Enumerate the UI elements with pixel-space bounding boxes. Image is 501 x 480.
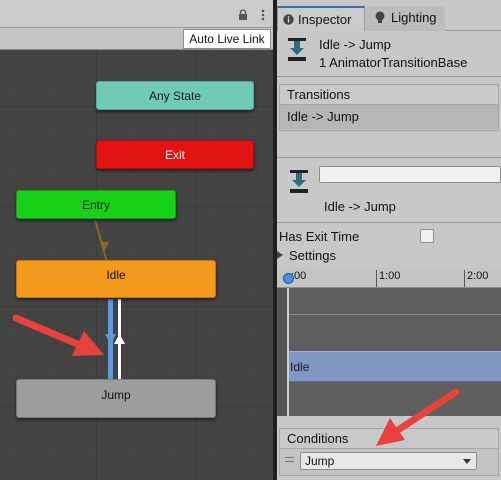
state-node-idle[interactable]: Idle <box>16 260 216 298</box>
tab-bar: Inspector Lighting <box>277 6 501 31</box>
divider <box>277 76 501 77</box>
timeline-divider <box>287 314 501 315</box>
transition-down-arrow-icon <box>105 334 116 345</box>
transition-timeline[interactable]: :00 1:00 2:00 Idle <box>277 268 501 416</box>
transitions-header: Transitions <box>280 85 498 105</box>
inspector-title: Idle -> Jump <box>319 37 391 52</box>
state-node-label: Idle <box>106 268 126 282</box>
tab-label: Lighting <box>391 10 437 25</box>
transition-asset-icon <box>290 170 308 193</box>
drag-handle-icon[interactable] <box>285 457 294 462</box>
state-node-entry[interactable]: Entry <box>16 190 176 219</box>
has-exit-time-label: Has Exit Time <box>279 229 360 244</box>
ruler-line <box>464 270 465 287</box>
state-node-label: Any State <box>148 89 202 103</box>
timeline-playhead-line <box>287 288 289 416</box>
condition-row: Jump <box>280 449 498 475</box>
condition-parameter-dropdown[interactable]: Jump <box>300 452 477 470</box>
lightbulb-icon <box>375 11 385 23</box>
transitions-list: Transitions Idle -> Jump <box>279 84 499 131</box>
timeline-tick: 1:00 <box>379 270 401 282</box>
timeline-playhead-icon[interactable] <box>283 273 294 284</box>
condition-parameter-value: Jump <box>305 454 335 468</box>
transition-asset-icon <box>288 38 306 61</box>
divider <box>277 222 501 223</box>
state-node-exit[interactable]: Exit <box>96 140 254 169</box>
state-node-jump[interactable]: Jump <box>16 379 216 418</box>
state-node-label: Entry <box>81 198 110 212</box>
foldout-arrow-icon <box>277 251 283 259</box>
conditions-header: Conditions <box>280 429 498 449</box>
tab-inspector[interactable]: Inspector <box>277 6 365 31</box>
timeline-ruler: :00 1:00 2:00 <box>277 268 501 288</box>
transition-name-field[interactable] <box>319 166 501 183</box>
tab-label: Inspector <box>298 12 352 27</box>
settings-label: Settings <box>289 248 336 263</box>
has-exit-time-checkbox[interactable] <box>420 229 434 243</box>
state-node-any-state[interactable]: Any State <box>96 81 254 110</box>
ruler-line <box>376 270 377 287</box>
timeline-clip-idle[interactable]: Idle <box>287 351 501 382</box>
inspector-panel: Inspector Lighting Idle -> Jump 1 Animat… <box>277 0 501 480</box>
inspector-subtitle: 1 AnimatorTransitionBase <box>319 55 468 70</box>
state-node-label: Exit <box>164 148 185 162</box>
conditions-list: Conditions Jump <box>279 428 499 476</box>
transition-label: Idle -> Jump <box>324 199 396 214</box>
state-node-label: Jump <box>101 388 131 402</box>
dropdown-caret-icon <box>463 459 471 464</box>
animator-graph[interactable]: Auto Live Link Any State Exit Entry Idle… <box>0 0 273 480</box>
transition-list-item[interactable]: Idle -> Jump <box>280 105 498 129</box>
divider <box>277 157 501 158</box>
transition-up-arrow-icon <box>114 334 125 344</box>
info-icon <box>283 14 294 25</box>
timeline-tick: 2:00 <box>467 270 489 282</box>
tab-lighting[interactable]: Lighting <box>365 6 445 31</box>
